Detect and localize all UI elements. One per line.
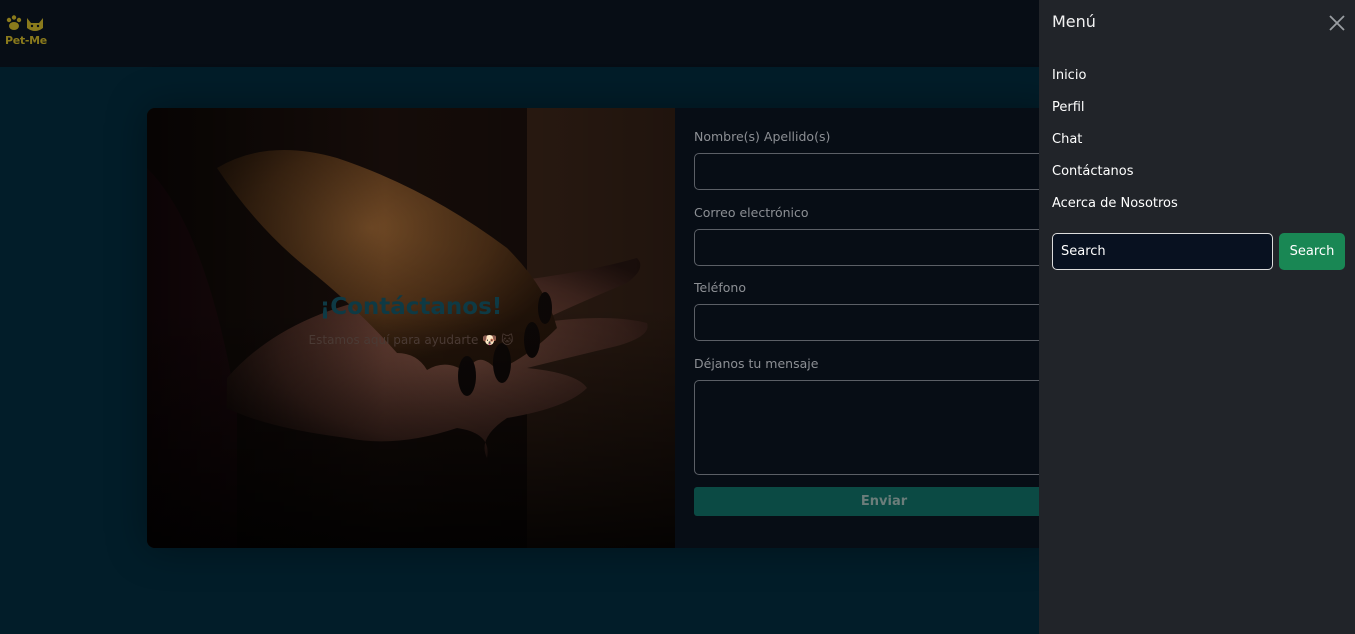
hand-paw-illustration [147,108,675,548]
contact-form: Nombre(s) Apellido(s) Correo electrónico… [675,108,1057,548]
brand-name: Pet-Me [5,34,47,47]
message-label: Déjanos tu mensaje [694,356,819,371]
name-field[interactable] [694,153,1057,190]
email-field[interactable] [694,229,1057,266]
close-icon[interactable] [1327,13,1347,33]
menu-item-acerca[interactable]: Acerca de Nosotros [1052,196,1178,211]
hero-subtitle: Estamos aquí para ayudarte 🐶 🐱 [308,333,514,347]
phone-field[interactable] [694,304,1057,341]
contact-card: ¡Contáctanos! Estamos aquí para ayudarte… [147,108,1057,548]
menu-item-inicio[interactable]: Inicio [1052,68,1086,83]
menu-item-chat[interactable]: Chat [1052,132,1082,147]
search-button[interactable]: Search [1279,233,1345,270]
submit-button[interactable]: Enviar [694,487,1057,516]
hero-photo: ¡Contáctanos! Estamos aquí para ayudarte… [147,108,675,548]
brand-logo[interactable]: Pet-Me [5,14,51,50]
name-label: Nombre(s) Apellido(s) [694,129,831,144]
hero-title: ¡Contáctanos! [319,294,503,320]
paw-cat-icon [6,15,43,31]
phone-label: Teléfono [694,280,746,295]
search-input[interactable] [1052,233,1273,270]
email-label: Correo electrónico [694,205,809,220]
offcanvas-menu: Menú Inicio Perfil Chat Contáctanos Acer… [1039,0,1355,634]
menu-item-contactanos[interactable]: Contáctanos [1052,164,1134,179]
message-field[interactable] [694,380,1057,475]
menu-title: Menú [1052,12,1096,31]
menu-item-perfil[interactable]: Perfil [1052,100,1085,115]
